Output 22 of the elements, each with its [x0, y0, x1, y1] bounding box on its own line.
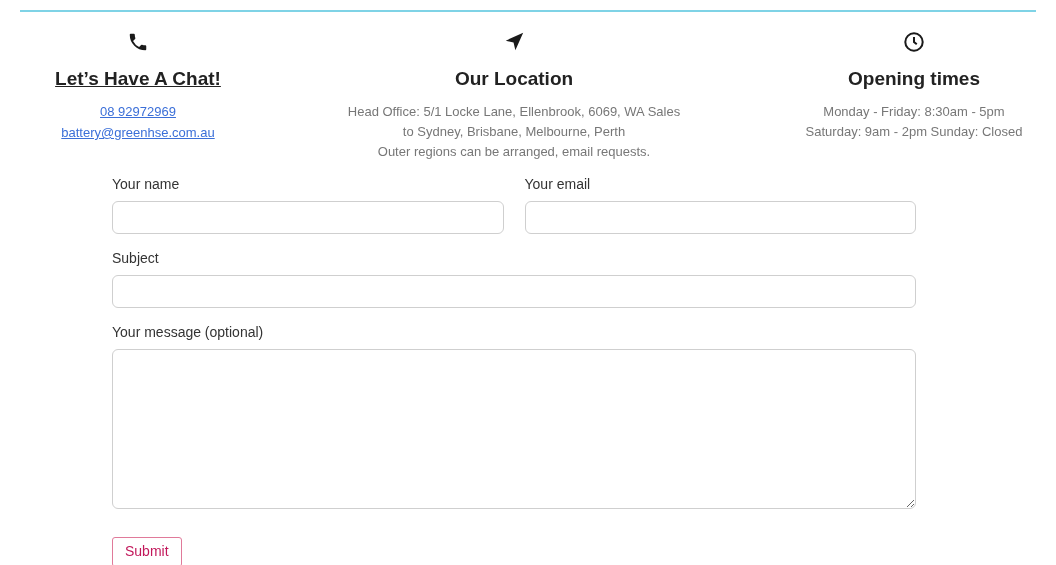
clock-icon — [903, 31, 925, 53]
section-heading: Our Location — [454, 67, 574, 91]
field-label: Your email — [524, 174, 592, 194]
phone-icon — [127, 31, 149, 53]
email-link[interactable]: battery@greenhse.com.au — [61, 123, 215, 143]
address-text: Head Office: 5/1 Locke Lane, Ellenbrook, 6069, WA Sales — [347, 102, 681, 121]
phone-link[interactable]: 08 92972969 — [100, 101, 176, 121]
submit-button[interactable]: Submit — [112, 536, 182, 565]
address-text: to Sydney, Brisbane, Melbourne, Perth — [402, 122, 626, 141]
navigation-arrow-icon — [503, 31, 525, 53]
hours-text: Saturday: 9am - 2pm Sunday: Closed — [805, 122, 1023, 141]
email-field[interactable] — [524, 200, 916, 234]
address-text: Outer regions can be arranged, email requests. — [377, 142, 651, 161]
field-label: Your name — [112, 174, 181, 194]
subject-field[interactable] — [112, 274, 916, 308]
name-field[interactable] — [112, 200, 504, 234]
field-label: Your message (optional) — [112, 322, 265, 342]
section-heading: Opening times — [848, 67, 980, 91]
message-field[interactable] — [112, 348, 916, 509]
section-heading: Let’s Have A Chat! — [55, 67, 221, 91]
field-label: Subject — [112, 248, 160, 268]
hours-text: Monday - Friday: 8:30am - 5pm — [823, 102, 1005, 121]
